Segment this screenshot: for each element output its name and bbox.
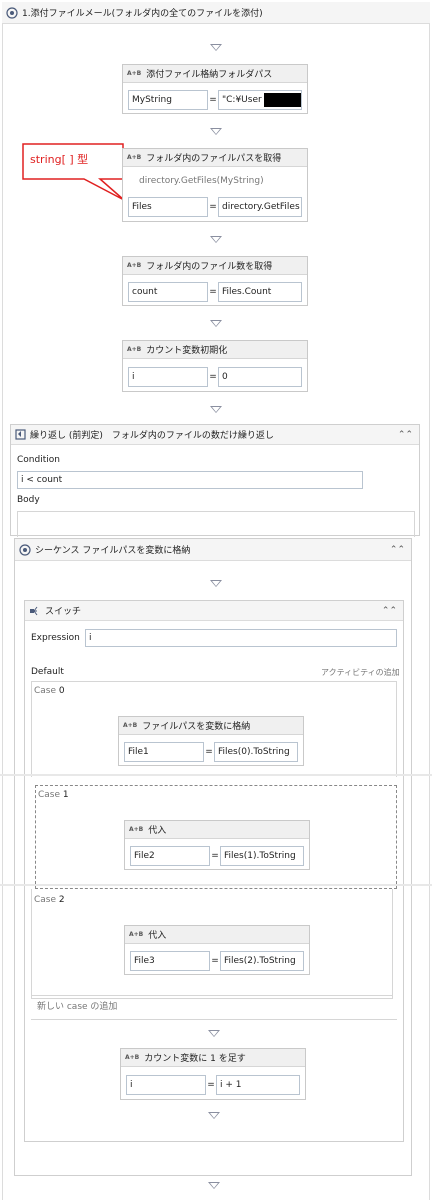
assign-icon: A+B <box>127 70 142 77</box>
main-sequence-border-left <box>2 24 3 1200</box>
flow-arrow <box>210 44 222 51</box>
assign-file1[interactable]: A+B ファイルパスを変数に格納 File1 = Files(0).ToStrin… <box>118 716 304 766</box>
assign-icon: A+B <box>129 826 144 833</box>
assign-value-field[interactable]: Files(0).ToString <box>214 742 298 762</box>
assign-value-field[interactable]: i + 1 <box>216 1075 300 1095</box>
assign-to-field[interactable]: i <box>126 1075 206 1095</box>
activity-title: ファイルパスを変数に格納 <box>142 722 251 732</box>
redacted-block <box>263 93 301 107</box>
main-sequence-title: 1.添付ファイルメール(フォルダ内の全てのファイルを添付) <box>22 9 263 19</box>
assign-icon: A+B <box>127 346 142 353</box>
callout-text: string[ ] 型 <box>30 153 89 166</box>
increment-counter[interactable]: A+B カウント変数に 1 を足す i = i + 1 <box>120 1048 306 1100</box>
assign-icon: A+B <box>127 262 142 269</box>
equals-sign: = <box>211 956 219 966</box>
screen-divider <box>0 774 432 776</box>
assign-value-field[interactable]: 0 <box>218 367 302 387</box>
activity-expression: directory.GetFiles(MyString) <box>139 176 264 186</box>
case-label: Case 1 <box>38 790 69 800</box>
assign-to-field[interactable]: File1 <box>124 742 204 762</box>
flow-arrow <box>208 1112 220 1119</box>
switch-title: スイッチ <box>45 607 82 617</box>
collapse-icon[interactable]: ⌃⌃ <box>398 430 413 440</box>
init-counter[interactable]: A+B カウント変数初期化 i = 0 <box>122 340 308 392</box>
assign-icon: A+B <box>123 722 138 729</box>
body-label: Body <box>17 495 40 505</box>
equals-sign: = <box>209 202 217 212</box>
add-activity-link[interactable]: アクティビティの追加 <box>321 667 400 678</box>
assign-to-field[interactable]: MyString <box>128 90 208 110</box>
get-files[interactable]: A+B フォルダ内のファイルパスを取得 directory.GetFiles(My… <box>122 148 308 222</box>
expression-label: Expression <box>31 633 80 643</box>
equals-sign: = <box>207 1080 215 1090</box>
expression-input[interactable]: i <box>85 629 397 647</box>
loop-icon <box>15 429 26 440</box>
assign-icon: A+B <box>125 1054 140 1061</box>
assign-file2[interactable]: A+B 代入 File2 = Files(1).ToString <box>124 820 310 870</box>
flow-arrow <box>210 406 222 413</box>
flow-arrow <box>208 1030 220 1037</box>
activity-title: 代入 <box>148 826 167 836</box>
flow-arrow <box>210 580 222 587</box>
switch-bottom-border <box>31 1019 397 1020</box>
assign-value-field[interactable]: Files(1).ToString <box>220 846 304 866</box>
assign-to-field[interactable]: count <box>128 282 208 302</box>
assign-file3[interactable]: A+B 代入 File3 = Files(2).ToString <box>124 925 310 975</box>
flow-arrow <box>210 320 222 327</box>
assign-icon: A+B <box>127 154 142 161</box>
assign-to-field[interactable]: File3 <box>130 951 210 971</box>
main-sequence-header[interactable]: 1.添付ファイルメール(フォルダ内の全てのファイルを添付) <box>2 2 430 24</box>
activity-title: カウント変数初期化 <box>146 346 228 356</box>
inner-sequence-title: シーケンス ファイルパスを変数に格納 <box>35 546 191 556</box>
flow-arrow <box>208 1182 220 1189</box>
add-case-link[interactable]: 新しい case の追加 <box>37 999 117 1012</box>
collapse-icon[interactable]: ⌃⌃ <box>390 545 405 555</box>
case-label: Case 0 <box>34 686 65 696</box>
assign-to-field[interactable]: File2 <box>130 846 210 866</box>
equals-sign: = <box>209 95 217 105</box>
assign-value-field[interactable]: directory.GetFiles <box>218 197 302 217</box>
body-area <box>17 511 415 537</box>
case-label: Case 2 <box>34 895 65 905</box>
assign-value-field[interactable]: "C:¥User <box>218 90 302 110</box>
sequence-icon <box>19 543 31 556</box>
activity-title: フォルダ内のファイル数を取得 <box>146 262 273 272</box>
assign-to-field[interactable]: Files <box>128 197 208 217</box>
sequence-icon <box>6 6 18 19</box>
assign-to-field[interactable]: i <box>128 367 208 387</box>
main-sequence-border-right <box>429 24 430 1200</box>
equals-sign: = <box>211 851 219 861</box>
while-loop[interactable]: 繰り返し (前判定) フォルダ内のファイルの数だけ繰り返し ⌃⌃ Conditi… <box>10 424 420 537</box>
assign-value-field[interactable]: Files(2).ToString <box>220 951 304 971</box>
screen-divider <box>0 884 432 886</box>
collapse-icon[interactable]: ⌃⌃ <box>382 606 397 616</box>
file-count[interactable]: A+B フォルダ内のファイル数を取得 count = Files.Count <box>122 256 308 306</box>
assign-folder-path[interactable]: A+B 添付ファイル格納フォルダパス MyString = "C:¥User <box>122 64 308 114</box>
switch-icon <box>29 605 41 617</box>
flow-arrow <box>210 128 222 135</box>
flow-arrow <box>210 236 222 243</box>
condition-input[interactable]: i < count <box>17 471 363 489</box>
while-title: 繰り返し (前判定) フォルダ内のファイルの数だけ繰り返し <box>30 431 274 441</box>
activity-title: 代入 <box>148 931 167 941</box>
equals-sign: = <box>209 287 217 297</box>
switch-divider <box>31 995 393 996</box>
activity-title: フォルダ内のファイルパスを取得 <box>146 154 282 164</box>
equals-sign: = <box>205 747 213 757</box>
default-label: Default <box>31 667 64 677</box>
equals-sign: = <box>209 372 217 382</box>
condition-label: Condition <box>17 455 60 465</box>
assign-icon: A+B <box>129 931 144 938</box>
assign-value-field[interactable]: Files.Count <box>218 282 302 302</box>
activity-title: カウント変数に 1 を足す <box>144 1054 246 1064</box>
activity-title: 添付ファイル格納フォルダパス <box>146 70 273 80</box>
